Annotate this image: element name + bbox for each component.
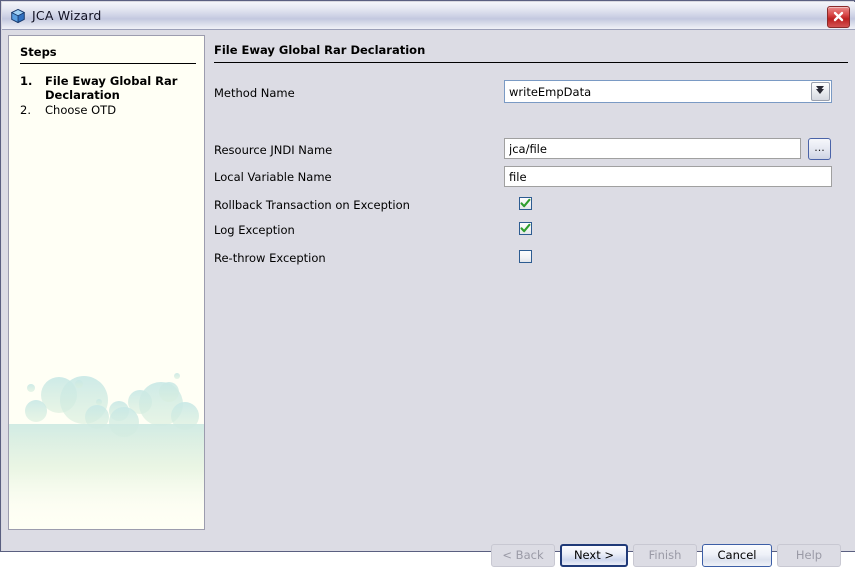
dialog-body: Steps 1. File Eway Global Rar Declaratio… (2, 30, 855, 567)
step-2-number: 2. (20, 103, 31, 117)
resource-jndi-name-input[interactable] (504, 138, 801, 159)
steps-sidebar: Steps 1. File Eway Global Rar Declaratio… (8, 35, 205, 530)
check-icon (520, 198, 531, 208)
title-bar: JCA Wizard (2, 2, 855, 30)
rollback-transaction-checkbox[interactable] (519, 197, 532, 210)
back-button[interactable]: < Back (491, 544, 555, 567)
resource-jndi-name-label: Resource JNDI Name (214, 143, 333, 157)
page-title-divider (214, 62, 848, 63)
chevron-down-icon[interactable] (811, 82, 830, 101)
resource-jndi-browse-button[interactable]: ... (808, 138, 831, 160)
step-2-label: Choose OTD (45, 103, 117, 117)
close-button[interactable] (827, 6, 850, 28)
close-icon (833, 11, 844, 22)
ellipsis-icon: ... (814, 141, 825, 154)
wizard-page: File Eway Global Rar Declaration Method … (206, 30, 855, 551)
local-variable-name-label: Local Variable Name (214, 170, 332, 184)
step-1-number: 1. (20, 74, 33, 88)
method-name-input[interactable] (505, 81, 831, 102)
log-exception-label: Log Exception (214, 223, 295, 237)
local-variable-name-input[interactable] (504, 166, 832, 187)
page-title: File Eway Global Rar Declaration (214, 43, 426, 57)
help-button[interactable]: Help (777, 544, 841, 567)
cube-icon (10, 8, 26, 24)
method-name-combobox[interactable] (504, 80, 832, 103)
cancel-button[interactable]: Cancel (702, 544, 772, 567)
finish-button[interactable]: Finish (633, 544, 697, 567)
decorative-bubbles-graphic (9, 373, 204, 529)
jca-wizard-dialog: JCA Wizard Steps 1. File Eway Global Rar… (0, 0, 855, 567)
rethrow-exception-checkbox[interactable] (519, 250, 532, 263)
next-button[interactable]: Next > (560, 544, 628, 567)
method-name-label: Method Name (214, 86, 295, 100)
window-title: JCA Wizard (32, 8, 102, 23)
rethrow-exception-label: Re-throw Exception (214, 251, 326, 265)
check-icon (520, 223, 531, 233)
steps-heading: Steps (20, 45, 57, 59)
step-1-label: File Eway Global Rar Declaration (45, 74, 178, 102)
steps-divider (20, 63, 196, 64)
log-exception-checkbox[interactable] (519, 222, 532, 235)
rollback-transaction-label: Rollback Transaction on Exception (214, 198, 410, 212)
